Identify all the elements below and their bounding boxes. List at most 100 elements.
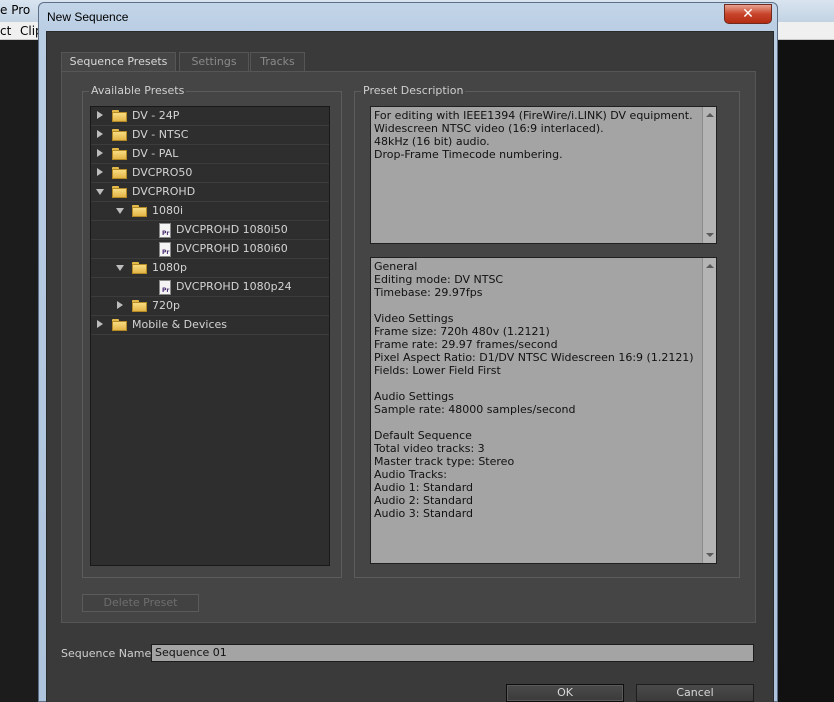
- new-sequence-dialog: New Sequence ✕ Sequence Presets Settings…: [38, 2, 778, 702]
- folder-icon: [112, 319, 127, 331]
- folder-icon: [112, 167, 127, 179]
- available-presets-group: Available Presets DV - 24P DV - NTSC DV - …: [82, 84, 342, 578]
- tree-item-label: 720p: [152, 299, 180, 312]
- expand-right-icon[interactable]: [97, 320, 103, 328]
- description-line: [374, 416, 700, 429]
- background-panel: [776, 40, 834, 702]
- expand-right-icon[interactable]: [117, 301, 123, 309]
- tree-item-label: DVCPRO50: [132, 166, 193, 179]
- tree-item-label: 1080i: [152, 204, 184, 217]
- tree-folder-row[interactable]: DVCPRO50: [91, 164, 329, 183]
- folder-icon: [132, 300, 147, 312]
- expand-down-icon[interactable]: [116, 265, 124, 271]
- background-menu-item[interactable]: ct: [0, 24, 11, 38]
- expand-right-icon[interactable]: [97, 168, 103, 176]
- tree-preset-row[interactable]: Pr DVCPROHD 1080i60: [91, 240, 329, 259]
- description-line: Pixel Aspect Ratio: D1/DV NTSC Widescree…: [374, 351, 694, 364]
- tree-item-label: Mobile & Devices: [132, 318, 228, 331]
- sequence-name-input[interactable]: Sequence 01: [151, 644, 754, 662]
- tree-item-label: DVCPROHD 1080p24: [176, 280, 292, 293]
- description-line: Audio Settings: [374, 390, 454, 403]
- background-app-title: e Pro: [0, 3, 31, 17]
- description-line: Frame rate: 29.97 frames/second: [374, 338, 558, 351]
- tab-tracks[interactable]: Tracks: [250, 52, 305, 71]
- description-line: Audio 2: Standard: [374, 494, 474, 507]
- tree-item-label: DVCPROHD: [132, 185, 196, 198]
- tree-item-label: DVCPROHD 1080i60: [176, 242, 288, 255]
- tree-item-label: DV - 24P: [132, 109, 180, 122]
- tree-folder-row[interactable]: 1080i: [91, 202, 329, 221]
- tree-item-label: DVCPROHD 1080i50: [176, 223, 288, 236]
- description-line: [374, 377, 700, 390]
- description-line: Default Sequence: [374, 429, 472, 442]
- tree-preset-row[interactable]: Pr DVCPROHD 1080p24: [91, 278, 329, 297]
- expand-right-icon[interactable]: [97, 149, 103, 157]
- description-line: Fields: Lower Field First: [374, 364, 501, 377]
- preset-summary-text: For editing with IEEE1394 (FireWire/i.LI…: [374, 109, 700, 161]
- description-line: Sample rate: 48000 samples/second: [374, 403, 576, 416]
- delete-preset-button[interactable]: Delete Preset: [82, 594, 199, 612]
- expand-right-icon[interactable]: [97, 111, 103, 119]
- scroll-down-icon[interactable]: [706, 553, 714, 557]
- ok-button[interactable]: OK: [506, 684, 624, 702]
- tree-item-label: DV - NTSC: [132, 128, 189, 141]
- description-line: Audio 3: Standard: [374, 507, 474, 520]
- description-line: Audio Tracks:: [374, 468, 447, 481]
- description-line: For editing with IEEE1394 (FireWire/i.LI…: [374, 109, 693, 122]
- description-line: [374, 299, 700, 312]
- preset-details-text: General Editing mode: DV NTSC Timebase: …: [374, 260, 700, 520]
- description-line: 48kHz (16 bit) audio.: [374, 135, 490, 148]
- tree-folder-row[interactable]: 1080p: [91, 259, 329, 278]
- tree-item-label: DV - PAL: [132, 147, 179, 160]
- preset-details-box[interactable]: General Editing mode: DV NTSC Timebase: …: [370, 257, 717, 564]
- close-icon: ✕: [742, 6, 754, 22]
- sequence-presets-panel: Available Presets DV - 24P DV - NTSC DV - …: [61, 71, 756, 623]
- tree-folder-row[interactable]: Mobile & Devices: [91, 316, 329, 335]
- tree-preset-row[interactable]: Pr DVCPROHD 1080i50: [91, 221, 329, 240]
- preset-file-icon: Pr: [159, 223, 171, 238]
- dialog-title: New Sequence: [47, 10, 129, 24]
- description-line: Widescreen NTSC video (16:9 interlaced).: [374, 122, 604, 135]
- tab-sequence-presets[interactable]: Sequence Presets: [61, 52, 176, 72]
- preset-file-icon: Pr: [159, 242, 171, 257]
- description-line: General: [374, 260, 418, 273]
- folder-icon: [132, 262, 147, 274]
- description-line: Total video tracks: 3: [374, 442, 485, 455]
- description-line: Audio 1: Standard: [374, 481, 474, 494]
- preset-summary-box[interactable]: For editing with IEEE1394 (FireWire/i.LI…: [370, 106, 717, 244]
- tree-item-label: 1080p: [152, 261, 187, 274]
- description-line: Drop-Frame Timecode numbering.: [374, 148, 563, 161]
- sequence-name-label: Sequence Name:: [61, 647, 155, 660]
- available-presets-label: Available Presets: [89, 84, 187, 97]
- scroll-down-icon[interactable]: [706, 233, 714, 237]
- tree-folder-row[interactable]: DVCPROHD: [91, 183, 329, 202]
- folder-icon: [132, 205, 147, 217]
- scroll-up-icon[interactable]: [706, 264, 714, 268]
- tree-folder-row[interactable]: DV - 24P: [91, 107, 329, 126]
- preset-file-icon: Pr: [159, 280, 171, 295]
- preset-description-group: Preset Description For editing with IEEE…: [354, 84, 740, 578]
- close-button[interactable]: ✕: [724, 4, 772, 24]
- description-line: Editing mode: DV NTSC: [374, 273, 504, 286]
- scroll-up-icon[interactable]: [706, 113, 714, 117]
- folder-icon: [112, 110, 127, 122]
- folder-icon: [112, 148, 127, 160]
- description-line: Timebase: 29.97fps: [374, 286, 483, 299]
- expand-down-icon[interactable]: [96, 189, 104, 195]
- details-scrollbar[interactable]: [702, 258, 716, 563]
- tree-folder-row[interactable]: DV - PAL: [91, 145, 329, 164]
- expand-down-icon[interactable]: [116, 208, 124, 214]
- description-line: Video Settings: [374, 312, 454, 325]
- cancel-button[interactable]: Cancel: [636, 684, 754, 702]
- tree-folder-row[interactable]: DV - NTSC: [91, 126, 329, 145]
- presets-tree[interactable]: DV - 24P DV - NTSC DV - PAL DVCPRO50 DVCPROH…: [90, 106, 330, 566]
- tab-settings[interactable]: Settings: [179, 52, 249, 71]
- description-line: Master track type: Stereo: [374, 455, 515, 468]
- expand-right-icon[interactable]: [97, 130, 103, 138]
- folder-icon: [112, 186, 127, 198]
- summary-scrollbar[interactable]: [702, 107, 716, 243]
- dialog-body: Sequence Presets Settings Tracks Availab…: [46, 31, 774, 702]
- tree-folder-row[interactable]: 720p: [91, 297, 329, 316]
- folder-icon: [112, 129, 127, 141]
- preset-description-label: Preset Description: [361, 84, 466, 97]
